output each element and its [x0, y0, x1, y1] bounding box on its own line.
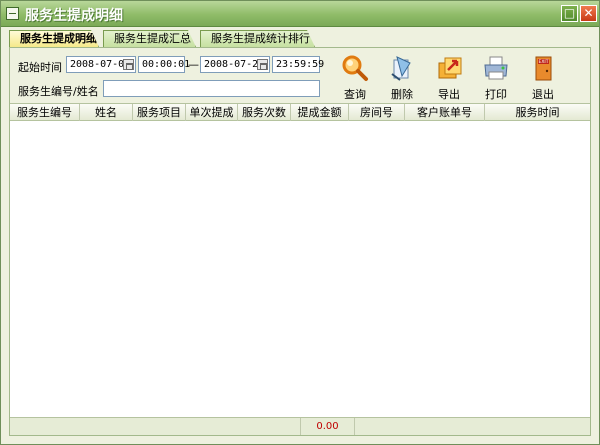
- magnifier-icon: [342, 55, 368, 81]
- total-commission-amount: 0.00: [300, 418, 355, 435]
- date-range-separator: —: [188, 58, 199, 71]
- window-menu-icon[interactable]: [6, 7, 19, 20]
- maximize-icon: □: [563, 6, 576, 20]
- tab-waiter-commission-summary[interactable]: 服务生提成汇总: [103, 30, 196, 47]
- close-icon: ✕: [583, 6, 594, 20]
- waiter-id-name-input[interactable]: [103, 80, 320, 97]
- export-label: 导出: [438, 88, 460, 101]
- start-date-calendar-icon[interactable]: [123, 59, 134, 70]
- start-time-field[interactable]: 00:00:01: [138, 56, 190, 73]
- query-label: 查询: [344, 88, 366, 101]
- export-icon: [438, 57, 462, 79]
- column-header-commission-amount[interactable]: 提成金额: [291, 104, 349, 121]
- exit-door-icon: EXIT: [535, 56, 552, 81]
- delete-button[interactable]: 删除: [380, 54, 424, 101]
- waiter-id-name-label: 服务生编号/姓名: [18, 85, 99, 98]
- close-button[interactable]: ✕: [580, 5, 597, 22]
- table-footer: 0.00: [10, 417, 590, 435]
- start-time-label: 起始时间: [18, 61, 62, 74]
- delete-label: 删除: [391, 88, 413, 101]
- exit-button[interactable]: EXIT 退出: [521, 54, 565, 101]
- column-header-service-count[interactable]: 服务次数: [238, 104, 291, 121]
- table-body[interactable]: [10, 121, 590, 417]
- column-header-name[interactable]: 姓名: [80, 104, 133, 121]
- tab-waiter-commission-ranking[interactable]: 服务生提成统计排行: [200, 30, 315, 47]
- end-time-field[interactable]: 23:59:59: [272, 56, 324, 73]
- tab-waiter-commission-detail[interactable]: 服务生提成明细: [9, 30, 99, 47]
- query-button[interactable]: 查询: [333, 54, 377, 101]
- column-header-waiter-id[interactable]: 服务生编号: [10, 104, 80, 121]
- column-header-customer-bill-number[interactable]: 客户账单号: [405, 104, 485, 121]
- end-date-calendar-icon[interactable]: [257, 59, 268, 70]
- exit-label: 退出: [532, 88, 554, 101]
- column-header-single-commission[interactable]: 单次提成: [186, 104, 238, 121]
- column-header-service-item[interactable]: 服务项目: [133, 104, 186, 121]
- tab-panel: 起始时间 2008-07-01 00:00:01 — 2008-07-25 23…: [9, 47, 591, 436]
- exit-sign-text: EXIT: [538, 59, 548, 65]
- delete-document-icon: [391, 56, 411, 81]
- column-header-service-time[interactable]: 服务时间: [485, 104, 590, 121]
- window-title: 服务生提成明细: [25, 8, 123, 24]
- print-label: 打印: [485, 88, 507, 101]
- printer-icon: [484, 56, 508, 80]
- maximize-button[interactable]: □: [561, 5, 578, 22]
- main-window: 服务生提成明细 □ ✕ 服务生提成明细 服务生提成汇总 服务生提成统计排行 起始…: [0, 0, 600, 445]
- table-header: 服务生编号 姓名 服务项目 单次提成 服务次数 提成金额 房间号 客户账单号 服…: [10, 103, 590, 121]
- title-bar[interactable]: 服务生提成明细 □ ✕: [1, 1, 599, 27]
- print-button[interactable]: 打印: [474, 54, 518, 101]
- column-header-room-number[interactable]: 房间号: [349, 104, 405, 121]
- export-button[interactable]: 导出: [427, 54, 471, 101]
